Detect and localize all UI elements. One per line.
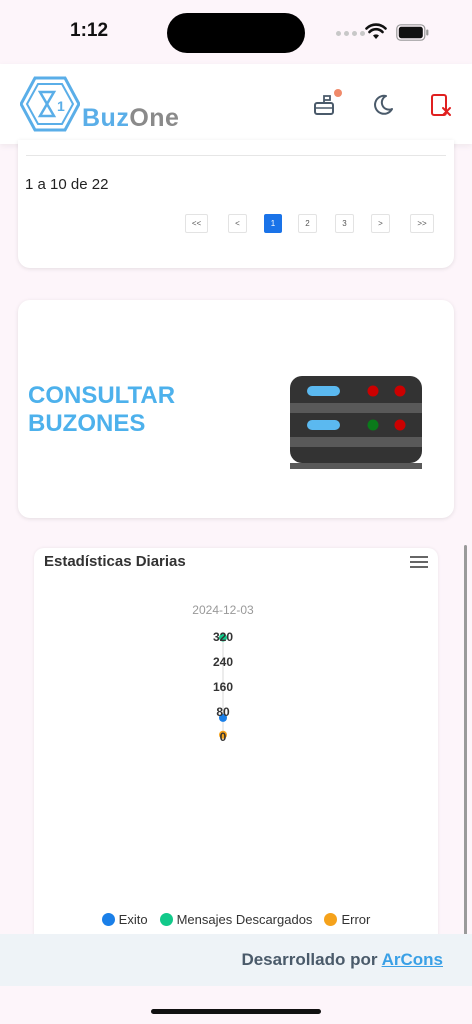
notification-badge [334,89,342,97]
scrollbar[interactable] [464,545,467,940]
chart-category-label: 2024-12-03 [192,603,254,617]
legend-item[interactable]: Mensajes Descargados [159,912,313,927]
battery-icon [396,24,429,41]
legend-label: Error [341,912,371,927]
pager-last-button[interactable]: >> [410,214,434,233]
mailbox-icon[interactable] [312,92,338,118]
pager-page-1[interactable]: 1 [264,214,282,233]
stats-chart: 2024-12-03 0 80 160 240 320 [192,603,254,744]
brand-name: BuzOne [82,104,180,132]
chart-legend: Exito Mensajes Descargados Error [34,912,438,927]
pager-page-2[interactable]: 2 [298,214,317,233]
consultar-title: CONSULTAR BUZONES [28,382,176,437]
hamburger-menu-icon[interactable] [410,554,430,570]
server-icon [290,376,422,469]
wifi-icon [365,23,387,39]
arcons-link[interactable]: ArCons [382,950,443,969]
legend-marker [324,913,338,926]
logout-icon[interactable] [428,92,454,118]
chart-y-tick-label: 80 [216,705,230,719]
app-header: 1 BuzOne [0,64,472,144]
buzone-logo-icon: 1 [20,76,80,132]
consultar-buzones-card[interactable]: CONSULTAR BUZONES [18,300,454,518]
legend-label: Mensajes Descargados [176,912,313,927]
legend-marker [159,913,173,926]
pager-page-3[interactable]: 3 [335,214,354,233]
pagination-card: 1 a 10 de 22 << < 1 2 3 > >> [18,140,454,268]
pager-first-button[interactable]: << [185,214,208,233]
status-bar: 1:12 [0,0,472,64]
stats-card: Estadísticas Diarias 2024-12-03 0 80 160 240… [34,548,438,948]
svg-text:1: 1 [57,98,65,114]
dark-mode-moon-icon[interactable] [370,92,396,118]
pager-prev-button[interactable]: < [228,214,247,233]
pagination-range: 1 a 10 de 22 [25,176,109,193]
legend-item[interactable]: Error [324,912,370,927]
legend-marker [101,913,115,926]
chart-y-tick-label: 160 [213,680,233,694]
signal-icon [336,31,365,36]
stats-title: Estadísticas Diarias [44,553,186,570]
chart-y-tick-label: 0 [220,730,227,744]
footer-text: Desarrollado por ArCons [241,950,443,969]
divider [26,155,446,156]
pager-next-button[interactable]: > [371,214,390,233]
status-time: 1:12 [70,20,109,41]
footer: Desarrollado por ArCons [0,934,472,986]
chart-y-tick-label: 320 [213,630,233,644]
legend-label: Exito [118,912,148,927]
legend-item[interactable]: Exito [101,912,148,927]
dynamic-island [167,13,305,53]
home-indicator[interactable] [151,1009,321,1014]
chart-y-tick-label: 240 [213,655,233,669]
